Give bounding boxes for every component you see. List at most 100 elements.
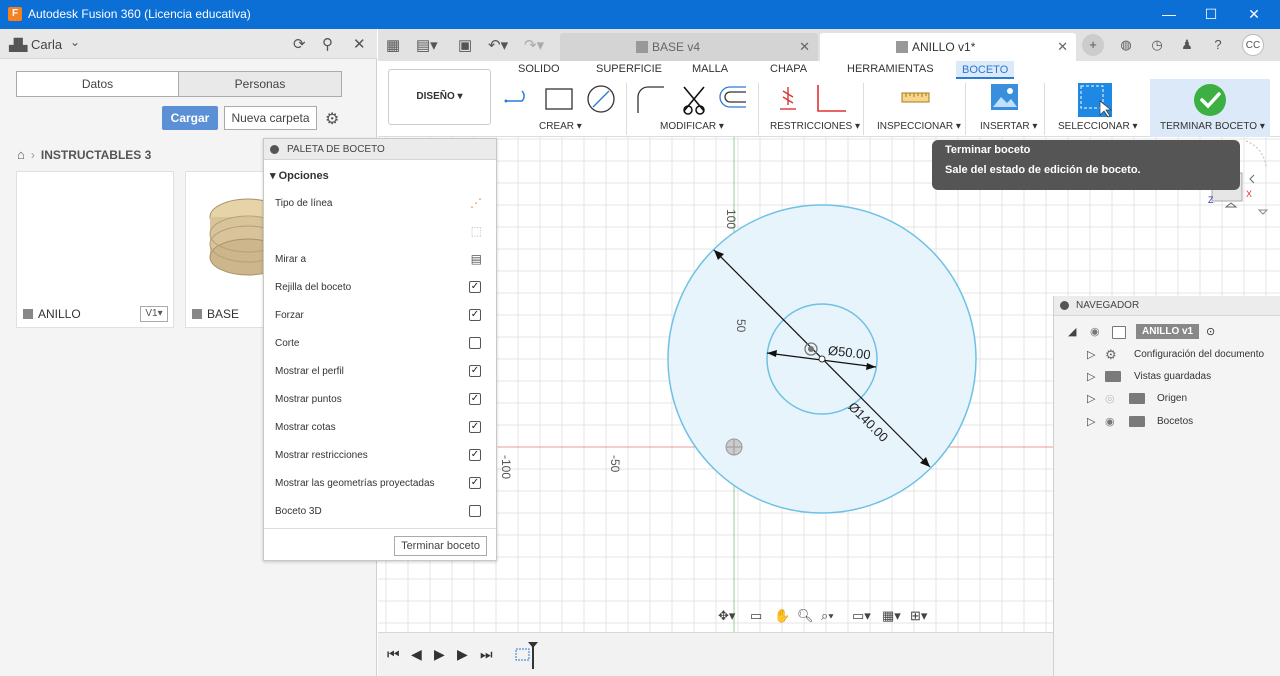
chevron-down-icon[interactable]: ⌄ [70, 35, 80, 49]
display-settings-icon[interactable]: ▭▾ [852, 608, 871, 624]
navigator-root[interactable]: ◢ ◉ ANILLO v1 ⊙ [1054, 321, 1280, 343]
timeline-sketch-marker[interactable] [514, 641, 540, 671]
job-status-icon[interactable]: ◷ [1146, 34, 1168, 56]
option-show-projected-geometry[interactable]: Mostrar las geometrías proyectadas ✓ [275, 475, 487, 493]
constraints-menu[interactable]: RESTRICCIONES ▾ [770, 121, 860, 132]
centerline-icon[interactable]: ⬚ [471, 224, 482, 238]
expand-triangle-icon[interactable]: ▷ [1087, 415, 1095, 428]
expand-triangle-icon[interactable]: ▷ [1087, 348, 1095, 361]
root-component-label[interactable]: ANILLO v1 [1136, 324, 1200, 339]
save-icon[interactable]: ▣ [458, 36, 472, 54]
option-sketch-grid[interactable]: Rejilla del boceto ✓ [275, 279, 487, 297]
option-blank[interactable]: ⬚ [275, 223, 487, 241]
option-look-at[interactable]: Mirar a ▤ [275, 251, 487, 269]
step-forward-icon[interactable]: ▶ [457, 646, 468, 663]
option-show-dimensions[interactable]: Mostrar cotas ✓ [275, 419, 487, 437]
zoom-icon[interactable]: 🔍︎ [797, 608, 814, 624]
tab-solido[interactable]: SOLIDO [518, 63, 560, 75]
close-tab-icon[interactable]: ✕ [1057, 33, 1068, 61]
tab-malla[interactable]: MALLA [692, 63, 728, 75]
constraint-tools[interactable] [780, 83, 850, 117]
play-icon[interactable]: ▶ [434, 646, 445, 663]
sketch-palette-header[interactable]: PALETA DE BOCETO [264, 139, 496, 160]
grid-menu-icon[interactable]: ▦ [386, 36, 400, 54]
checkbox[interactable]: ✓ [469, 365, 481, 377]
navigator-header[interactable]: NAVEGADOR [1054, 296, 1280, 316]
pan-icon[interactable]: ✋ [774, 608, 790, 624]
new-folder-button[interactable]: Nueva carpeta [224, 106, 317, 130]
grid-settings-icon[interactable]: ▦▾ [882, 608, 901, 624]
options-section[interactable]: ▾ Opciones [270, 169, 329, 182]
visibility-eye-icon[interactable]: ◉ [1105, 415, 1115, 428]
expand-triangle-icon[interactable]: ▷ [1087, 370, 1095, 383]
tab-boceto[interactable]: BOCETO [956, 61, 1015, 79]
checkbox[interactable]: ✓ [469, 309, 481, 321]
checkbox[interactable] [469, 337, 481, 349]
option-slice[interactable]: Corte [275, 335, 487, 353]
extensions-icon[interactable]: ◍ [1115, 34, 1137, 56]
tab-personas[interactable]: Personas [178, 71, 342, 97]
tab-superficie[interactable]: SUPERFICIE [596, 63, 662, 75]
checkbox[interactable]: ✓ [469, 449, 481, 461]
file-card-anillo[interactable]: ANILLO V1▾ [16, 171, 174, 328]
hidden-eye-icon[interactable]: ◎ [1105, 392, 1115, 405]
redo-icon[interactable]: ↷▾ [524, 36, 544, 54]
version-dropdown[interactable]: V1▾ [140, 306, 168, 322]
checkbox[interactable]: ✓ [469, 477, 481, 489]
finish-sketch-button[interactable]: TERMINAR BOCETO ▾ [1160, 121, 1265, 132]
maximize-button[interactable]: ☐ [1200, 4, 1222, 24]
checkbox[interactable]: ✓ [469, 421, 481, 433]
create-tools[interactable] [502, 83, 622, 117]
close-window-button[interactable]: ✕ [1243, 4, 1265, 24]
workspace-switcher[interactable]: DISEÑO ▾ [388, 69, 491, 125]
option-show-constraints[interactable]: Mostrar restricciones ✓ [275, 447, 487, 465]
close-tab-icon[interactable]: ✕ [799, 33, 810, 61]
step-back-icon[interactable]: ◀ [411, 646, 422, 663]
activate-radio-icon[interactable]: ⊙ [1206, 325, 1215, 338]
navigator-item-document-settings[interactable]: ▷ ⚙ Configuración del documento [1054, 344, 1280, 366]
visibility-eye-icon[interactable]: ◉ [1090, 325, 1100, 338]
finish-sketch-icon[interactable] [1193, 83, 1227, 117]
home-icon[interactable]: ⌂ [17, 147, 25, 162]
insert-menu[interactable]: INSERTAR ▾ [980, 121, 1037, 132]
collapse-triangle-icon[interactable]: ◢ [1068, 325, 1076, 338]
insert-image-icon[interactable] [991, 83, 1019, 117]
modify-menu[interactable]: MODIFICAR ▾ [660, 121, 724, 132]
go-to-end-icon[interactable]: ⏭ [480, 646, 493, 663]
measure-icon[interactable] [901, 83, 931, 117]
tab-base[interactable]: BASE v4 ✕ [560, 33, 818, 61]
help-icon[interactable]: ? [1207, 34, 1229, 56]
go-to-start-icon[interactable]: ⏮ [387, 646, 400, 663]
expand-triangle-icon[interactable]: ▷ [1087, 392, 1095, 405]
checkbox[interactable] [469, 505, 481, 517]
collapse-icon[interactable] [1060, 301, 1069, 310]
new-tab-icon[interactable]: + [1082, 34, 1104, 56]
avatar[interactable]: CC [1242, 34, 1264, 56]
select-menu[interactable]: SELECCIONAR ▾ [1058, 121, 1137, 132]
tab-anillo[interactable]: ANILLO v1* ✕ [820, 33, 1076, 61]
minimize-button[interactable]: — [1158, 4, 1180, 24]
option-show-points[interactable]: Mostrar puntos ✓ [275, 391, 487, 409]
close-icon[interactable]: ✕ [353, 35, 366, 53]
tab-herramientas[interactable]: HERRAMIENTAS [847, 63, 934, 75]
tab-chapa[interactable]: CHAPA [770, 63, 807, 75]
option-3d-sketch[interactable]: Boceto 3D [275, 503, 487, 521]
checkbox[interactable]: ✓ [469, 393, 481, 405]
upload-button[interactable]: Cargar [162, 106, 218, 130]
navigator-item-origin[interactable]: ▷ ◎ Origen [1054, 388, 1280, 410]
create-menu[interactable]: CREAR ▾ [539, 121, 582, 132]
search-icon[interactable]: ⚲ [322, 35, 333, 53]
viewports-icon[interactable]: ⊞▾ [910, 608, 927, 624]
file-card-base[interactable]: BASE [185, 171, 266, 328]
file-menu-icon[interactable]: ▤▾ [416, 36, 438, 54]
checkbox[interactable]: ✓ [469, 281, 481, 293]
option-line-type[interactable]: Tipo de línea ⋰ [275, 195, 487, 213]
navigator-item-saved-views[interactable]: ▷ Vistas guardadas [1054, 366, 1280, 388]
option-snap[interactable]: Forzar ✓ [275, 307, 487, 325]
undo-icon[interactable]: ↶▾ [488, 36, 508, 54]
gear-icon[interactable]: ⚙ [325, 109, 339, 129]
inspect-menu[interactable]: INSPECCIONAR ▾ [877, 121, 961, 132]
refresh-icon[interactable]: ⟳ [293, 35, 306, 53]
select-icon[interactable] [1078, 83, 1114, 119]
finish-sketch-palette-button[interactable]: Terminar boceto [394, 536, 487, 556]
